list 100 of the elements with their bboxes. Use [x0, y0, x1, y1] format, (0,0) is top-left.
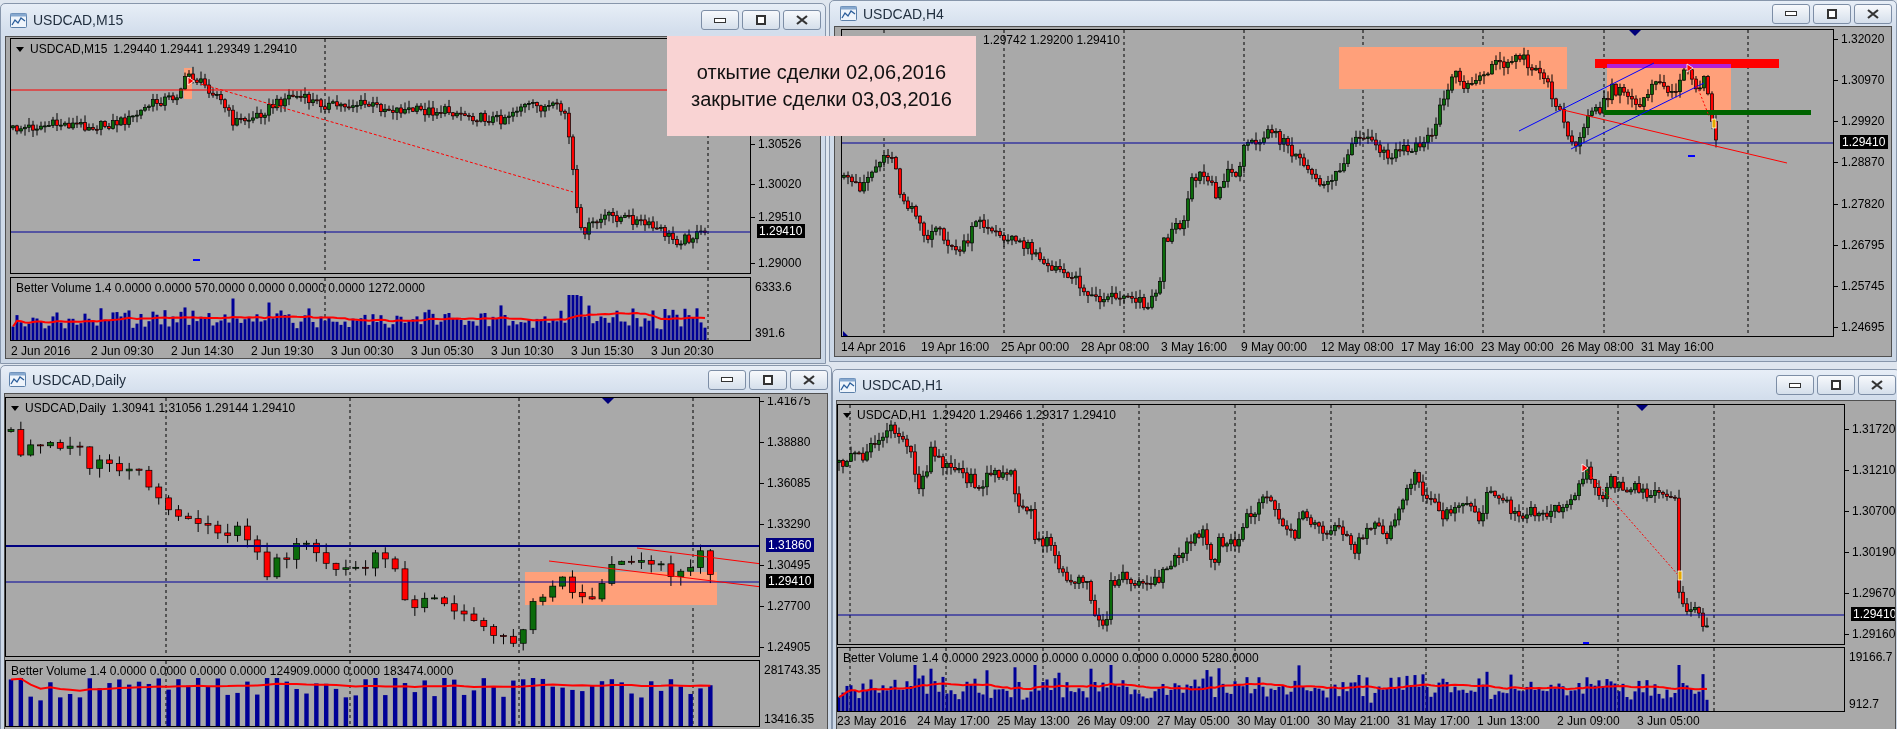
price-label: 1.29510 — [751, 210, 802, 224]
time-label: 3 Jun 15:30 — [571, 344, 635, 358]
restore-icon — [1827, 8, 1837, 19]
close-icon — [803, 374, 815, 385]
time-label: 2 Jun 09:00 — [1557, 714, 1621, 728]
price-label: 1.30190 — [1845, 545, 1895, 559]
minimize-icon — [1789, 382, 1801, 388]
close-button[interactable] — [1858, 375, 1896, 395]
time-label: 2 Jun 09:30 — [91, 344, 155, 358]
time-label: 3 Jun 20:30 — [651, 344, 715, 358]
price-level-label: 1.31860 — [766, 537, 815, 552]
price-label: 1.28870 — [1834, 155, 1885, 170]
time-label: 28 Apr 08:00 — [1081, 340, 1151, 354]
price-label: 1.38880 — [760, 435, 811, 449]
close-button[interactable] — [790, 369, 828, 390]
chart-symbol: USDCAD,M15 — [30, 42, 108, 56]
chart-symbol: USDCAD,H1 — [857, 408, 927, 422]
restore-icon — [756, 15, 766, 25]
price-label: 1.36085 — [760, 476, 811, 490]
minimize-button[interactable] — [708, 369, 746, 390]
exit-marker-icon — [1711, 118, 1717, 129]
time-label: 1 Jun 13:00 — [1477, 714, 1541, 728]
price-label: 1.31210 — [1845, 463, 1895, 477]
minimize-button[interactable] — [1772, 3, 1810, 24]
price-label: 1.30020 — [751, 176, 802, 191]
time-label: 3 May 16:00 — [1161, 340, 1229, 354]
time-label: 3 Jun 10:30 — [491, 344, 555, 358]
note-text: откытие сделки 02,06,2016 — [696, 60, 947, 85]
restore-button[interactable] — [1813, 3, 1851, 24]
dash-marker-icon — [193, 259, 200, 261]
ohlc-values: 1.29420 1.29466 1.29317 1.29410 — [932, 408, 1116, 422]
minimize-icon — [714, 17, 726, 23]
price-label: 1.26795 — [1834, 237, 1885, 252]
trade-line — [1690, 70, 1710, 117]
close-icon — [1871, 380, 1883, 390]
time-label: 23 May 00:00 — [1481, 340, 1555, 354]
chart-symbol: USDCAD,Daily — [25, 401, 106, 415]
indicator-scale-label: 19166.7 — [1849, 650, 1893, 664]
chart-window-icon — [840, 6, 857, 21]
minimize-button[interactable] — [701, 10, 739, 30]
time-label: 3 Jun 00:30 — [331, 344, 395, 358]
restore-button[interactable] — [1817, 375, 1855, 395]
window-title: USDCAD,M15 — [33, 12, 124, 28]
time-label: 24 May 17:00 — [917, 714, 991, 728]
dash-marker-icon — [1583, 642, 1589, 644]
close-icon — [796, 15, 808, 25]
minimize-button[interactable] — [1776, 375, 1814, 395]
time-label: 17 May 16:00 — [1401, 340, 1475, 354]
triangle-marker-icon — [602, 398, 614, 404]
current-price-label: 1.29410 — [1840, 134, 1889, 149]
close-button[interactable] — [1854, 3, 1892, 24]
close-icon — [1867, 8, 1879, 19]
price-label: 1.32020 — [1834, 32, 1885, 46]
caret-icon — [16, 46, 24, 52]
note-text: закрытие сделки 03,03,2016 — [691, 87, 952, 112]
indicator-scale-label: 6333.6 — [755, 280, 792, 294]
time-label: 19 Apr 16:00 — [921, 340, 991, 354]
time-label: 23 May 2016 — [837, 714, 908, 728]
triangle-marker-icon — [1629, 30, 1641, 36]
indicator-label: Better Volume 1.4 0.0000 0.0000 0.0000 0.0000 124909.0000 0.0000 183474.0000 — [11, 664, 454, 678]
restore-icon — [763, 374, 773, 385]
time-label: 3 Jun 05:00 — [1637, 714, 1701, 728]
minimize-icon — [1785, 11, 1797, 16]
ohlc-values: 1.29742 1.29200 1.29410 — [983, 33, 1120, 47]
time-label: 2 Jun 2016 — [11, 344, 72, 358]
time-label: 26 May 09:00 — [1077, 714, 1151, 728]
time-label: 25 Apr 00:00 — [1001, 340, 1071, 354]
price-label: 1.29000 — [751, 256, 802, 270]
time-label: 14 Apr 2016 — [841, 340, 907, 354]
time-label: 9 May 00:00 — [1241, 340, 1309, 354]
indicator-scale-label: 391.6 — [755, 326, 786, 340]
chart-window-icon — [839, 377, 856, 393]
caret-icon — [11, 405, 19, 411]
ohlc-values: 1.30941 1.31056 1.29144 1.29410 — [111, 401, 296, 415]
indicator-scale-label: 13416.35 — [764, 712, 815, 726]
time-label: 3 Jun 05:30 — [411, 344, 475, 358]
price-label: 1.29920 — [1834, 114, 1885, 129]
time-label: 30 May 21:00 — [1317, 714, 1391, 728]
restore-button[interactable] — [742, 10, 780, 30]
time-label: 26 May 08:00 — [1561, 340, 1635, 354]
chart-window-icon — [10, 12, 27, 28]
triangle-marker-icon — [1636, 405, 1648, 411]
window-title: USDCAD,Daily — [32, 371, 127, 388]
price-label: 1.27820 — [1834, 196, 1885, 211]
indicator-label: Better Volume 1.4 0.0000 0.0000 570.0000 0.0000 0.0000 0.0000 1272.0000 — [16, 281, 426, 295]
price-label: 1.27700 — [760, 599, 811, 613]
time-label: 2 Jun 14:30 — [171, 344, 235, 358]
price-label: 1.31720 — [1845, 422, 1895, 436]
window-title: USDCAD,H4 — [863, 5, 944, 22]
price-label: 1.24905 — [760, 640, 811, 654]
close-button[interactable] — [783, 10, 821, 30]
restore-button[interactable] — [749, 369, 787, 390]
minimize-icon — [721, 377, 733, 382]
ohlc-values: 1.29440 1.29441 1.29349 1.29410 — [113, 42, 297, 56]
price-label: 1.30526 — [751, 137, 802, 151]
time-label: 31 May 16:00 — [1641, 340, 1715, 354]
current-price-label: 1.29410 — [766, 573, 815, 588]
time-label: 27 May 05:00 — [1157, 714, 1231, 728]
price-label: 1.29160 — [1845, 627, 1895, 641]
dash-marker-icon — [1688, 155, 1695, 157]
